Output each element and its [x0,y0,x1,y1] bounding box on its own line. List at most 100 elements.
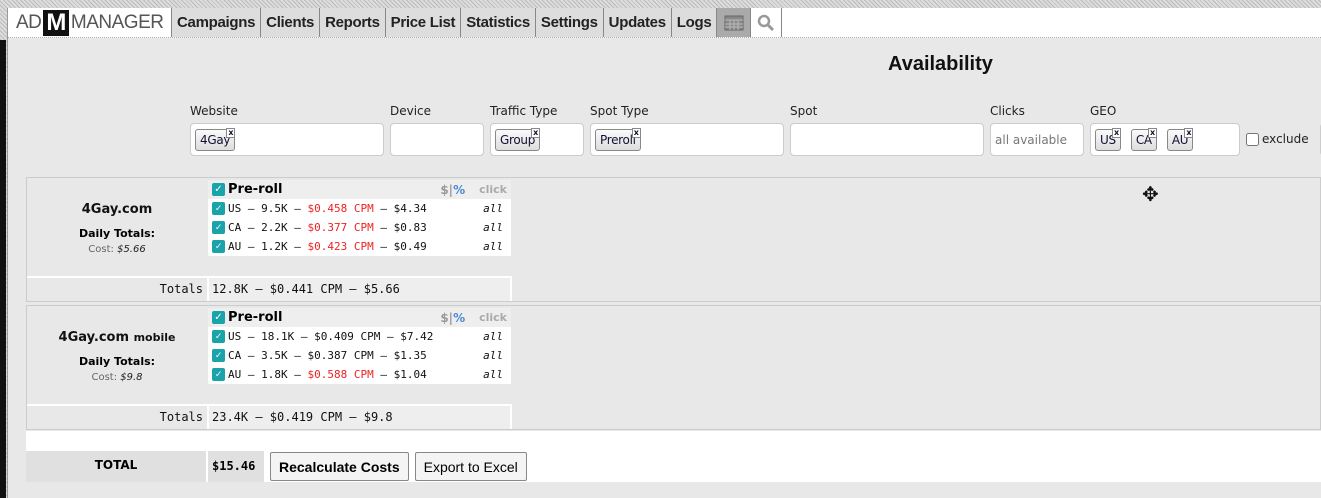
spot-input[interactable] [790,123,984,156]
daily-totals-label: Daily Totals: [78,355,156,368]
search-zoom-icon[interactable] [750,8,783,37]
clicks-value[interactable]: all [483,330,503,343]
dollar-toggle[interactable]: $ [440,183,448,197]
site-name: 4Gay.com mobile [58,330,176,345]
cpm: $0.409 CPM [314,330,381,343]
exclude-check[interactable] [1246,132,1259,146]
checkbox-checked[interactable]: ✓ [212,183,225,196]
remove-icon[interactable]: x [631,127,641,138]
tab-settings[interactable]: Settings [534,8,603,37]
clicks-value[interactable]: all [483,240,503,253]
spot-table: ✓ Pre-roll $|% click ✓ US – 9.5K – $0.458 CP… [208,180,511,256]
geo-input[interactable]: US x CA x AU x [1090,123,1240,156]
checkbox-checked[interactable]: ✓ [212,330,225,343]
percent-toggle[interactable]: % [453,183,465,197]
cpm: $0.423 CPM [307,240,374,253]
geo: US [228,330,242,343]
spot-table: ✓ Pre-roll $|% click ✓ US – 18.1K – $0.409 C… [208,308,511,384]
cost: $0.83 [393,221,427,234]
page: AD M MANAGER Campaigns Clients Reports Pri… [7,8,1321,498]
checkbox-checked[interactable]: ✓ [212,221,225,234]
cost: $4.34 [393,202,427,215]
checkbox-checked[interactable]: ✓ [212,202,225,215]
remove-icon[interactable]: x [1184,127,1194,138]
clicks-value[interactable]: all [483,368,503,381]
website-input[interactable]: 4Gay x [190,123,384,156]
impressions: 9.5K [261,202,288,215]
site-block: 4Gay.com Daily Totals: Cost: $5.66 ✓ Pre-… [26,177,1321,302]
spot-name: Pre-roll [228,182,283,197]
site-block: 4Gay.com mobile Daily Totals: Cost: $9.8… [26,305,1321,430]
geo-label: GEO [1090,104,1117,118]
percent-toggle[interactable]: % [453,311,465,325]
device-label: Device [390,104,432,118]
site-info: 4Gay.com Daily Totals: Cost: $5.66 [27,202,207,255]
recalculate-costs-button[interactable]: Recalculate Costs [270,452,409,481]
device-input[interactable] [390,123,484,156]
checkbox-checked[interactable]: ✓ [212,349,225,362]
impressions: 3.5K [261,349,288,362]
geo: CA [228,349,242,362]
clicks-value[interactable]: all [483,349,503,362]
logo[interactable]: AD M MANAGER [8,8,171,37]
left-edge [0,40,6,498]
impressions: 2.2K [261,221,288,234]
clicks-value[interactable]: all [483,202,503,215]
checkbox-checked[interactable]: ✓ [212,368,225,381]
logo-text: AD [16,11,42,33]
totals-row: Totals 12.8K – $0.441 CPM – $5.66 [27,276,512,301]
spot-type-input[interactable]: Preroll x [590,123,784,156]
click-header: click [479,311,507,324]
cost: $0.49 [393,240,427,253]
calendar-icon[interactable] [716,8,751,37]
geo-row: ✓ CA – 2.2K – $0.377 CPM – $0.83 all [208,218,511,237]
tab-statistics[interactable]: Statistics [460,8,535,37]
tab-reports[interactable]: Reports [319,8,385,37]
tab-price-list[interactable]: Price List [384,8,461,37]
tab-updates[interactable]: Updates [602,8,671,37]
impressions: 18.1K [261,330,295,343]
cost: Cost: $9.8 [91,372,143,383]
geo-row: ✓ AU – 1.2K – $0.423 CPM – $0.49 all [208,237,511,256]
tab-logs[interactable]: Logs [670,8,717,37]
export-to-excel-button[interactable]: Export to Excel [414,452,527,481]
checkbox-checked[interactable]: ✓ [212,240,225,253]
tab-campaigns[interactable]: Campaigns [171,8,261,37]
remove-icon[interactable]: x [1111,127,1121,138]
site-name: 4Gay.com [81,202,153,217]
traffic-type-input[interactable]: Group x [490,123,584,156]
remove-icon[interactable]: x [1147,127,1157,138]
site-info: 4Gay.com mobile Daily Totals: Cost: $9.8 [27,330,207,383]
exclude-checkbox[interactable]: exclude [1246,132,1309,146]
geo-chip-ca[interactable]: CA x [1130,127,1157,151]
spot-label: Spot [790,104,818,118]
page-title: Availability [888,53,993,75]
cost: $1.04 [393,368,427,381]
remove-icon[interactable]: x [226,127,236,138]
totals-value: 23.4K – $0.419 CPM – $9.8 [207,406,512,429]
geo-chip-au[interactable]: AU x [1166,127,1194,151]
traffic-type-chip[interactable]: Group x [495,127,541,151]
total-row: TOTAL $15.46 Recalculate Costs Export to… [26,451,527,482]
checkbox-checked[interactable]: ✓ [212,311,225,324]
tab-clients[interactable]: Clients [260,8,320,37]
traffic-type-label: Traffic Type [490,104,558,118]
cost: $1.35 [393,349,427,362]
geo-chip-us[interactable]: US x [1095,127,1121,151]
clicks-input[interactable]: all available [990,123,1084,156]
chip-label: Group [500,132,536,147]
totals-value: 12.8K – $0.441 CPM – $5.66 [207,278,512,301]
dollar-toggle[interactable]: $ [440,311,448,325]
geo-row: ✓ AU – 1.8K – $0.588 CPM – $1.04 all [208,365,511,384]
spot-type-chip[interactable]: Preroll x [595,127,641,151]
cpm: $0.387 CPM [307,349,374,362]
geo-row: ✓ CA – 3.5K – $0.387 CPM – $1.35 all [208,346,511,365]
geo: US [228,202,242,215]
geo: CA [228,221,242,234]
geo-row: ✓ US – 18.1K – $0.409 CPM – $7.42 all [208,327,511,346]
clicks-value[interactable]: all [483,221,503,234]
total-value: $15.46 [208,451,264,482]
remove-icon[interactable]: x [531,127,541,138]
website-chip[interactable]: 4Gay x [195,127,236,151]
geo: AU [228,240,242,253]
